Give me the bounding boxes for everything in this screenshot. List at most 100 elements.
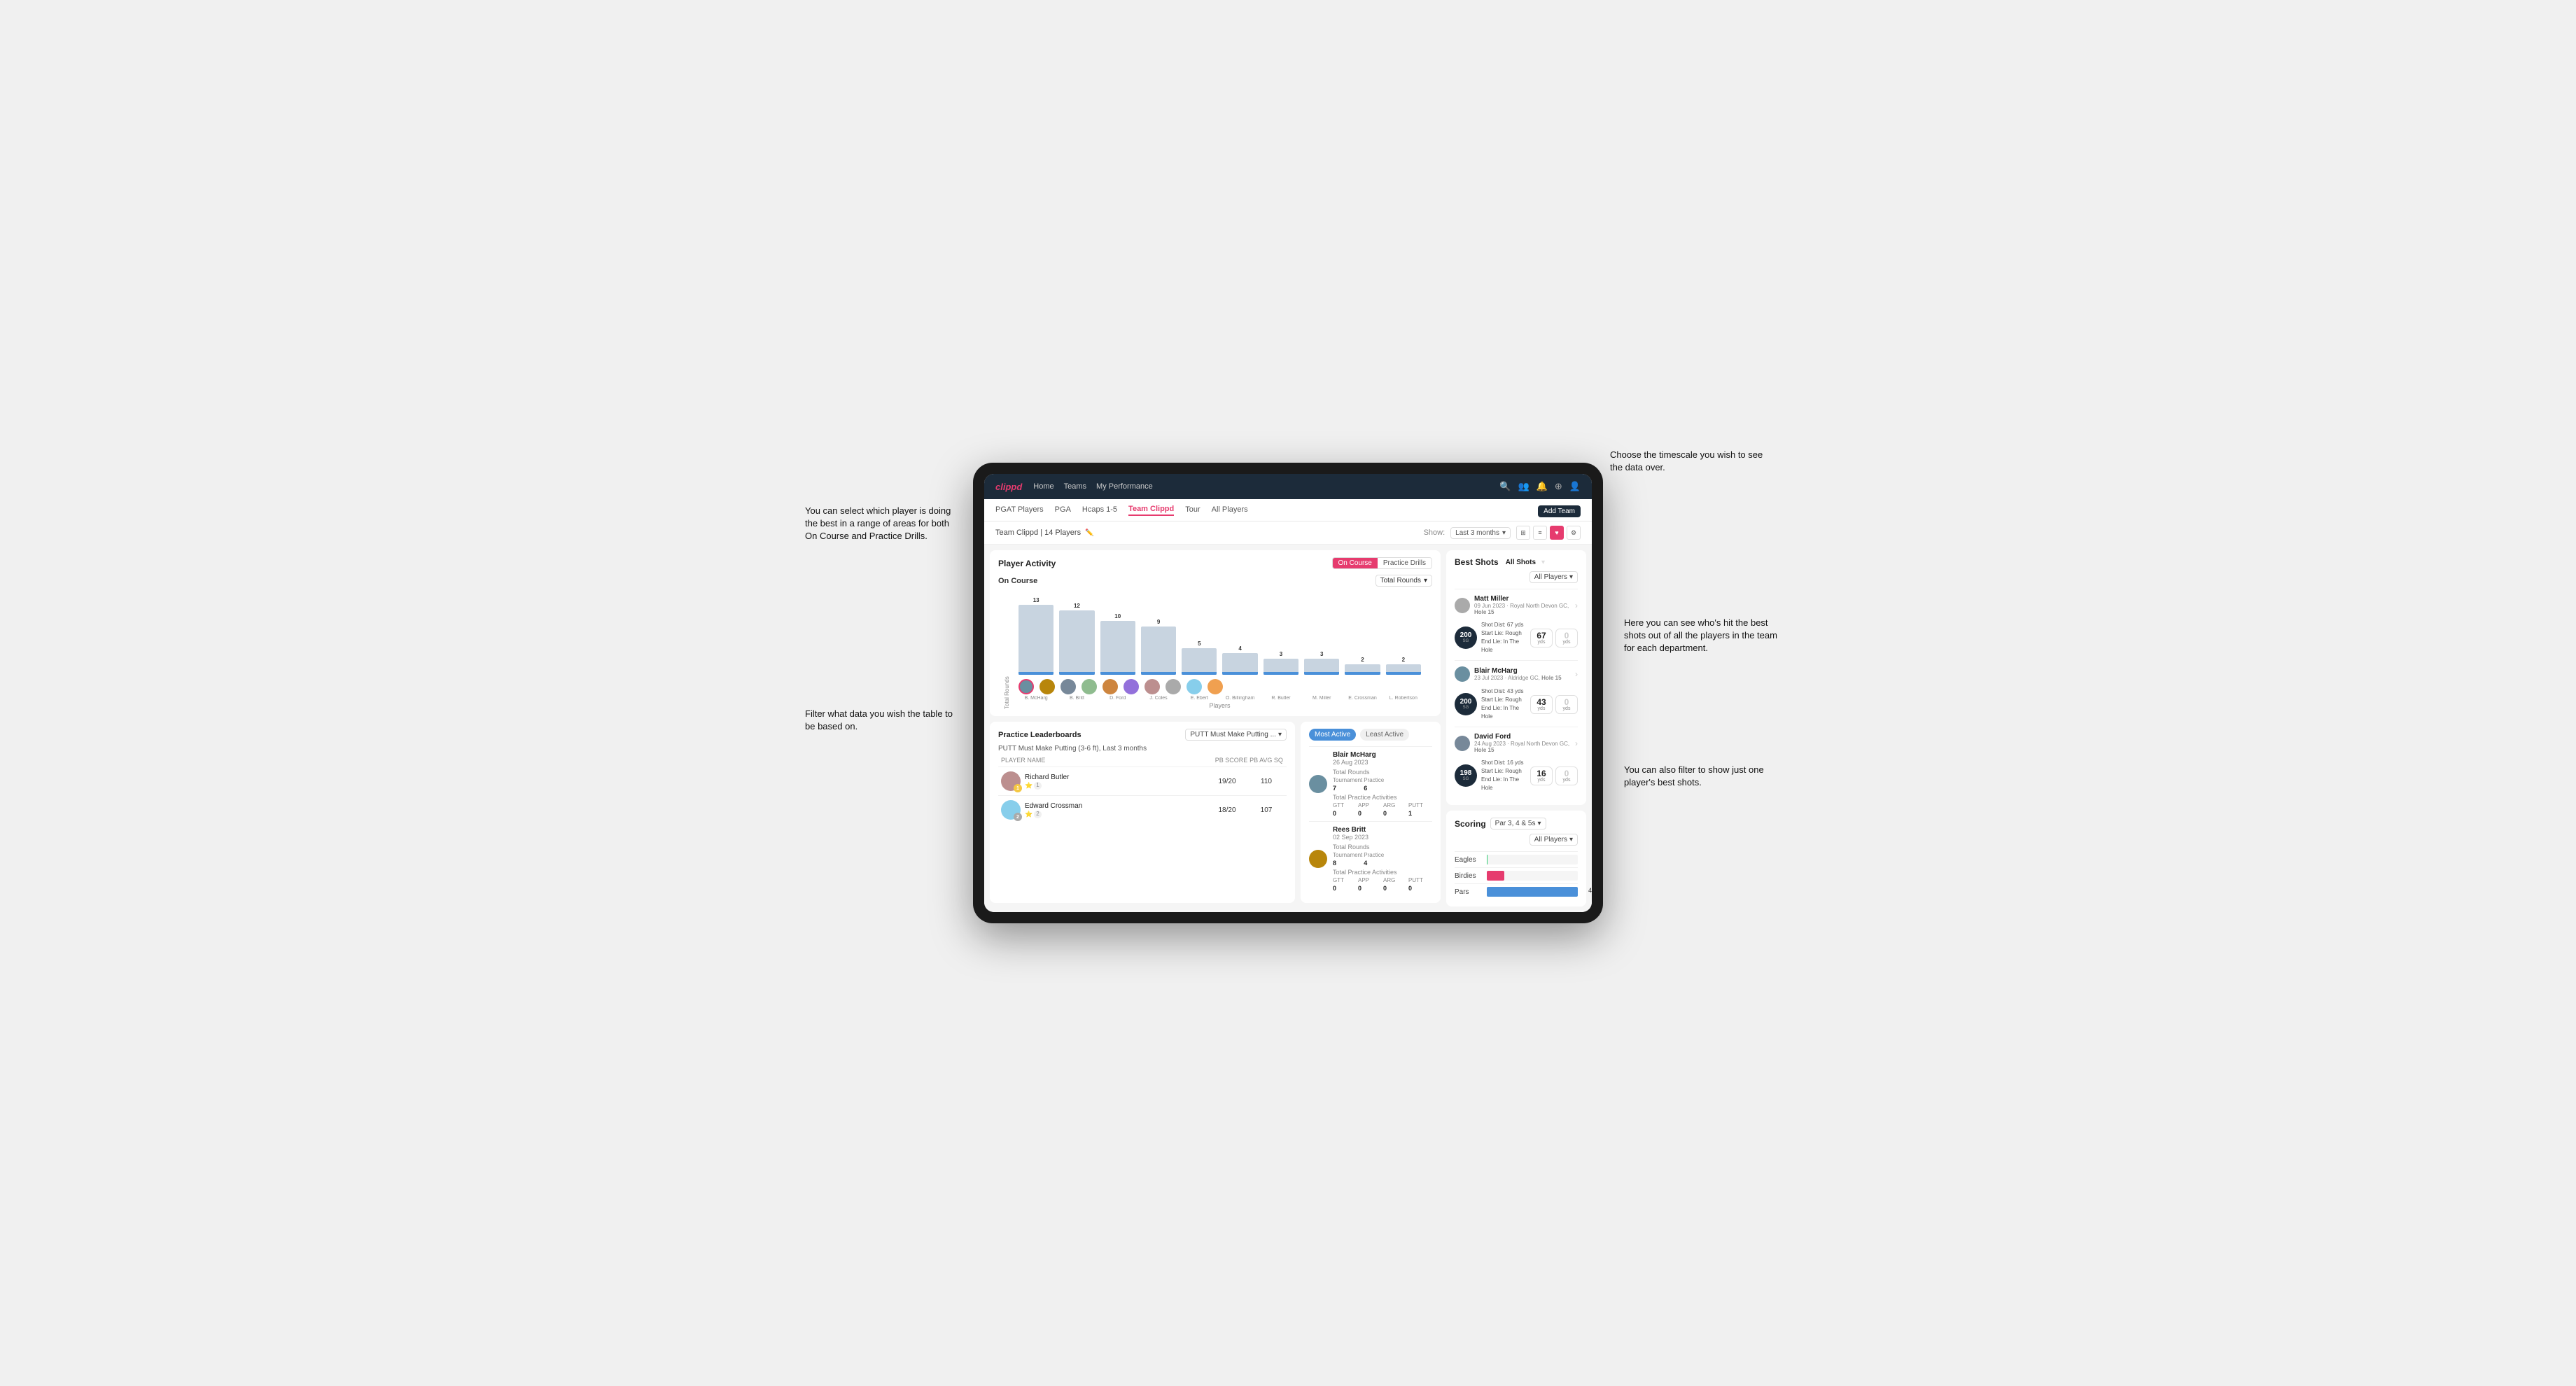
main-content: Player Activity On Course Practice Drill… xyxy=(984,545,1592,912)
shot-badge-1: 200 SG xyxy=(1455,626,1477,649)
lb-dropdown[interactable]: PUTT Must Make Putting ... ▾ xyxy=(1185,729,1287,741)
on-course-toggle[interactable]: On Course xyxy=(1333,558,1378,568)
rank-badge-2: 2 xyxy=(1014,813,1022,821)
avatar-b-britt[interactable] xyxy=(1040,679,1055,694)
chevron-down-icon: ▾ xyxy=(1569,573,1573,581)
lb-avg-2: 107 xyxy=(1249,806,1284,814)
pa-activities-2: Total Rounds Tournament Practice 8 4 xyxy=(1333,844,1432,892)
search-icon[interactable]: 🔍 xyxy=(1499,481,1511,492)
heart-view-icon[interactable]: ♥ xyxy=(1550,526,1564,540)
active-player-2[interactable]: Rees Britt 02 Sep 2023 Total Rounds Tour… xyxy=(1309,821,1432,896)
all-players-dropdown[interactable]: All Players ▾ xyxy=(1530,571,1578,583)
shot-stats-2: Shot Dist: 43 yds Start Lie: Rough End L… xyxy=(1481,687,1526,721)
sub-nav-tour[interactable]: Tour xyxy=(1185,505,1200,515)
brand-logo: clippd xyxy=(995,482,1022,492)
show-label: Show: xyxy=(1424,528,1446,537)
avatar-d-ford[interactable] xyxy=(1060,679,1076,694)
add-team-button[interactable]: Add Team xyxy=(1538,505,1581,517)
sub-nav-pgat[interactable]: PGAT Players xyxy=(995,505,1044,515)
total-rounds-selector[interactable]: Total Rounds ▾ xyxy=(1376,575,1432,587)
pa-activities-header-1: Total Rounds xyxy=(1333,769,1432,776)
sub-nav-all-players[interactable]: All Players xyxy=(1212,505,1248,515)
nav-teams[interactable]: Teams xyxy=(1064,482,1086,491)
nav-home[interactable]: Home xyxy=(1033,482,1054,491)
lb-col-pb-avg: PB AVG SQ xyxy=(1249,757,1284,764)
active-player-1[interactable]: Blair McHarg 26 Aug 2023 Total Rounds To… xyxy=(1309,746,1432,821)
scoring-players-dropdown[interactable]: All Players ▾ xyxy=(1530,834,1578,846)
avatar-r-butler[interactable] xyxy=(1144,679,1160,694)
lb-col-pb-score: PB SCORE xyxy=(1214,757,1249,764)
bs-tabs: All Shots ▾ xyxy=(1503,558,1545,567)
settings-view-icon[interactable]: ⚙ xyxy=(1567,526,1581,540)
activity-tab-switcher: Most Active Least Active xyxy=(1309,729,1432,741)
pa-tournament-val-1: 7 xyxy=(1333,785,1362,792)
bar-chart: 13 12 xyxy=(1013,591,1427,709)
pa-activities-header-2: Total Rounds xyxy=(1333,844,1432,850)
edit-icon[interactable]: ✏️ xyxy=(1085,529,1093,537)
bell-icon[interactable]: 🔔 xyxy=(1536,481,1548,492)
least-active-tab[interactable]: Least Active xyxy=(1360,729,1409,741)
shot-row-blair-mcharg[interactable]: Blair McHarg 23 Jul 2023 · Aldridge GC, … xyxy=(1455,660,1578,727)
sub-nav-team-clippd[interactable]: Team Clippd xyxy=(1128,505,1174,516)
shot-chevron-3[interactable]: › xyxy=(1575,738,1578,748)
shot-player-row-1: Matt Miller 09 Jun 2023 · Royal North De… xyxy=(1455,595,1578,615)
avatar-e-ebert[interactable] xyxy=(1102,679,1118,694)
avatar-e-crossman[interactable] xyxy=(1186,679,1202,694)
practice-drills-toggle[interactable]: Practice Drills xyxy=(1378,558,1432,568)
users-icon[interactable]: 👥 xyxy=(1518,481,1530,492)
shot-stats-1: Shot Dist: 67 yds Start Lie: Rough End L… xyxy=(1481,621,1526,654)
scoring-pars-label: Pars xyxy=(1455,888,1483,896)
sub-nav-hcaps[interactable]: Hcaps 1-5 xyxy=(1082,505,1117,515)
annotation-right-mid: Here you can see who's hit the best shot… xyxy=(1624,617,1778,655)
bar-b-mcharg: 13 xyxy=(1018,597,1054,675)
shot-badge-2: 200 SG xyxy=(1455,693,1477,715)
annotation-top-right: Choose the timescale you wish to see the… xyxy=(1610,449,1764,474)
shot-row-david-ford[interactable]: David Ford 24 Aug 2023 · Royal North Dev… xyxy=(1455,727,1578,798)
most-active-card: Most Active Least Active Blair McHarg 26… xyxy=(1301,722,1441,903)
on-course-label: On Course xyxy=(998,577,1037,585)
pa-tpa-header-2: Total Practice Activities xyxy=(1333,869,1432,876)
shot-player-info-3: David Ford 24 Aug 2023 · Royal North Dev… xyxy=(1474,733,1571,753)
shot-player-name-1: Matt Miller xyxy=(1474,595,1571,603)
nav-my-performance[interactable]: My Performance xyxy=(1096,482,1153,491)
avatar-m-miller[interactable] xyxy=(1166,679,1181,694)
profile-icon[interactable]: 👤 xyxy=(1569,481,1581,492)
scoring-row-birdies: Birdies 96 xyxy=(1455,867,1578,883)
avatar-o-billingham[interactable] xyxy=(1124,679,1139,694)
bar-b-britt: 12 xyxy=(1059,603,1094,675)
grid-view-icon[interactable]: ⊞ xyxy=(1516,526,1530,540)
pa-name-1: Blair McHarg xyxy=(1333,751,1432,759)
shot-metric-zero-1: 0 yds xyxy=(1555,629,1578,648)
player-avatars xyxy=(1013,675,1427,696)
scoring-birdies-label: Birdies xyxy=(1455,872,1483,880)
best-shots-card: Best Shots All Shots ▾ All Players ▾ xyxy=(1446,550,1586,805)
shot-row-matt-miller[interactable]: Matt Miller 09 Jun 2023 · Royal North De… xyxy=(1455,589,1578,660)
shot-player-name-3: David Ford xyxy=(1474,733,1571,741)
all-shots-tab[interactable]: All Shots xyxy=(1503,558,1539,567)
card-header: Player Activity On Course Practice Drill… xyxy=(998,557,1432,569)
most-active-tab[interactable]: Most Active xyxy=(1309,729,1356,741)
scoring-type-dropdown[interactable]: Par 3, 4 & 5s ▾ xyxy=(1490,818,1546,830)
avatar-l-robertson[interactable] xyxy=(1208,679,1223,694)
scoring-bar-birdies xyxy=(1487,871,1504,881)
sub-nav-pga[interactable]: PGA xyxy=(1055,505,1071,515)
nav-icons: 🔍 👥 🔔 ⊕ 👤 xyxy=(1499,481,1581,492)
player-activity-title: Player Activity xyxy=(998,559,1056,568)
lb-avatar-1: 1 xyxy=(1001,771,1021,791)
timescale-dropdown[interactable]: Last 3 months ▾ xyxy=(1450,527,1511,539)
avatar-b-mcharg[interactable] xyxy=(1018,679,1034,694)
shot-chevron-1[interactable]: › xyxy=(1575,601,1578,610)
lb-row-2[interactable]: 2 Edward Crossman ⭐ 2 18/20 xyxy=(998,795,1287,824)
list-view-icon[interactable]: ≡ xyxy=(1533,526,1547,540)
shot-chevron-2[interactable]: › xyxy=(1575,669,1578,679)
x-axis-label: Players xyxy=(1013,702,1427,709)
pa-info-1: Blair McHarg 26 Aug 2023 Total Rounds To… xyxy=(1333,751,1432,817)
lb-row-1[interactable]: 1 Richard Butler ⭐ 1 19/20 xyxy=(998,766,1287,795)
scoring-header: Scoring Par 3, 4 & 5s ▾ All Players ▾ xyxy=(1455,818,1578,846)
bar-j-coles: 9 xyxy=(1141,619,1176,675)
lb-header: Practice Leaderboards PUTT Must Make Put… xyxy=(998,729,1287,741)
avatar-j-coles[interactable] xyxy=(1082,679,1097,694)
pa-name-2: Rees Britt xyxy=(1333,826,1432,834)
add-icon[interactable]: ⊕ xyxy=(1555,481,1562,492)
scoring-row-pars: Pars 499 xyxy=(1455,883,1578,899)
